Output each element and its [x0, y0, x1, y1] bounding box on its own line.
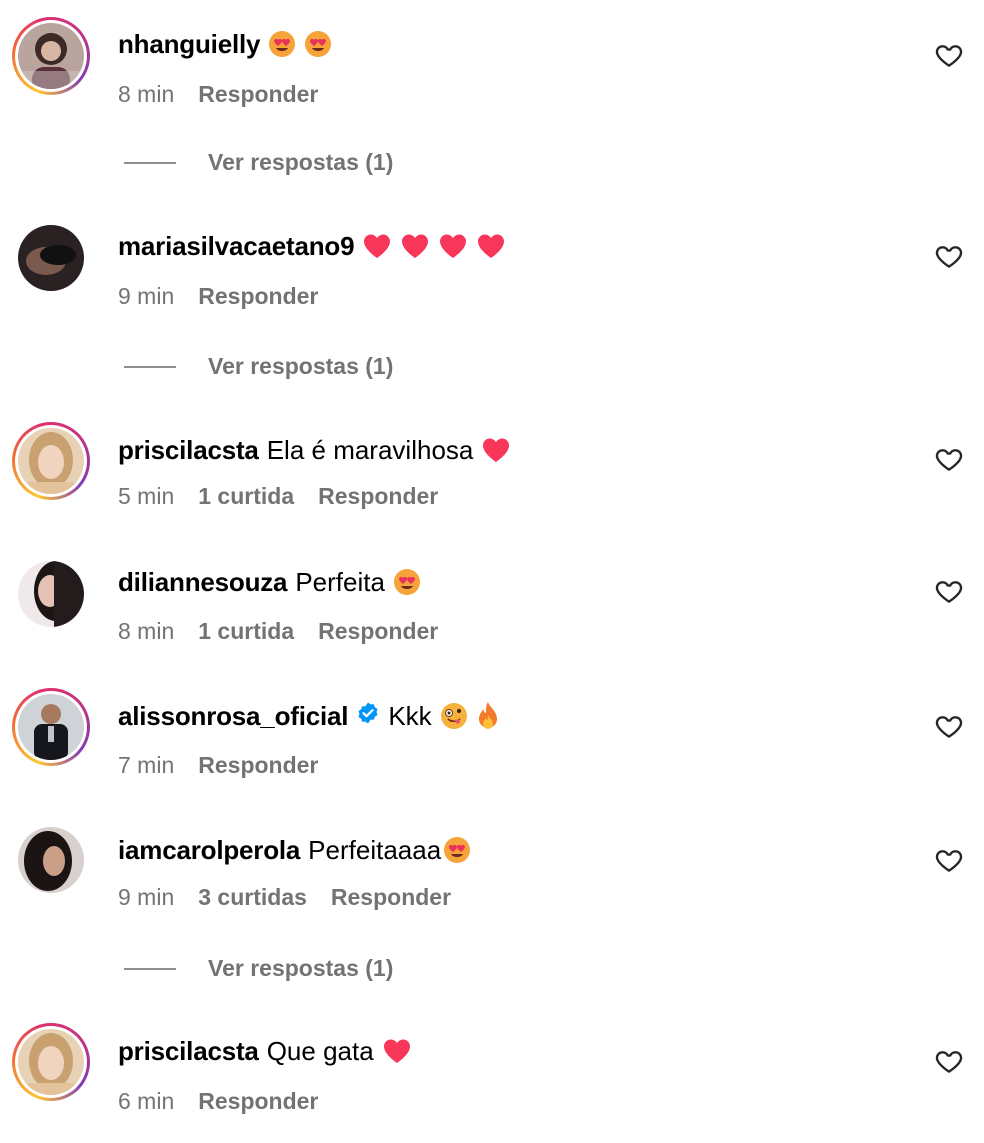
reply-button[interactable]: Responder — [318, 482, 438, 510]
comment-text: Kkk — [388, 701, 432, 731]
avatar[interactable] — [12, 688, 90, 766]
view-replies-button[interactable]: Ver respostas (1) — [124, 353, 393, 380]
red-heart-emoji — [400, 232, 430, 260]
comment-username[interactable]: priscilacsta — [118, 1035, 259, 1067]
comment-username[interactable]: nhanguielly — [118, 28, 260, 60]
reply-button[interactable]: Responder — [198, 1087, 318, 1115]
avatar[interactable] — [12, 17, 90, 95]
comment-time: 6 min — [118, 1088, 175, 1114]
red-heart-emoji — [438, 232, 468, 260]
like-heart-icon[interactable] — [934, 1046, 964, 1076]
view-replies-label[interactable]: Ver respostas (1) — [208, 955, 393, 982]
red-heart-emoji — [382, 1037, 412, 1065]
comment-username[interactable]: priscilacsta — [118, 434, 259, 466]
view-replies-label[interactable]: Ver respostas (1) — [208, 149, 393, 176]
like-heart-icon[interactable] — [934, 711, 964, 741]
comment-likes[interactable]: 3 curtidas — [198, 883, 307, 911]
comment-username[interactable]: mariasilvacaetano9 — [118, 230, 355, 262]
like-heart-icon[interactable] — [934, 576, 964, 606]
comment-time: 9 min — [118, 884, 175, 910]
like-heart-icon[interactable] — [934, 444, 964, 474]
comment-time: 9 min — [118, 283, 175, 309]
avatar[interactable] — [12, 422, 90, 500]
avatar[interactable] — [17, 560, 85, 628]
comment-username[interactable]: iamcarolperola — [118, 834, 300, 866]
verified-badge-icon — [356, 700, 380, 732]
zany-face-emoji — [440, 702, 468, 730]
heart-eyes-emoji — [304, 30, 332, 58]
replies-divider — [124, 365, 176, 368]
comment-username[interactable]: diliannesouza — [118, 566, 288, 598]
like-heart-icon[interactable] — [934, 40, 964, 70]
comment-time: 5 min — [118, 483, 175, 509]
heart-eyes-emoji — [443, 836, 471, 864]
comment-time: 8 min — [118, 81, 175, 107]
replies-divider — [124, 967, 176, 970]
like-heart-icon[interactable] — [934, 845, 964, 875]
reply-button[interactable]: Responder — [318, 617, 438, 645]
red-heart-emoji — [476, 232, 506, 260]
comment-text: Que gata — [266, 1036, 374, 1066]
comment-text: Ela é maravilhosa — [266, 435, 474, 465]
avatar[interactable] — [17, 826, 85, 894]
comment-time: 7 min — [118, 752, 175, 778]
comment-username[interactable]: alissonrosa_oficial — [118, 700, 349, 732]
comment-text: Perfeita — [295, 567, 385, 597]
like-heart-icon[interactable] — [934, 241, 964, 271]
heart-eyes-emoji — [393, 568, 421, 596]
avatar[interactable] — [17, 224, 85, 292]
comment-likes[interactable]: 1 curtida — [198, 617, 294, 645]
reply-button[interactable]: Responder — [198, 282, 318, 310]
view-replies-label[interactable]: Ver respostas (1) — [208, 353, 393, 380]
replies-divider — [124, 161, 176, 164]
reply-button[interactable]: Responder — [198, 751, 318, 779]
avatar[interactable] — [12, 1023, 90, 1101]
red-heart-emoji — [362, 232, 392, 260]
fire-emoji — [476, 701, 500, 731]
comment-likes[interactable]: 1 curtida — [198, 482, 294, 510]
comment-time: 8 min — [118, 618, 175, 644]
reply-button[interactable]: Responder — [198, 80, 318, 108]
view-replies-button[interactable]: Ver respostas (1) — [124, 149, 393, 176]
reply-button[interactable]: Responder — [331, 883, 451, 911]
view-replies-button[interactable]: Ver respostas (1) — [124, 955, 393, 982]
comment-text: Perfeitaaaa — [308, 835, 442, 865]
heart-eyes-emoji — [268, 30, 296, 58]
red-heart-emoji — [481, 436, 511, 464]
